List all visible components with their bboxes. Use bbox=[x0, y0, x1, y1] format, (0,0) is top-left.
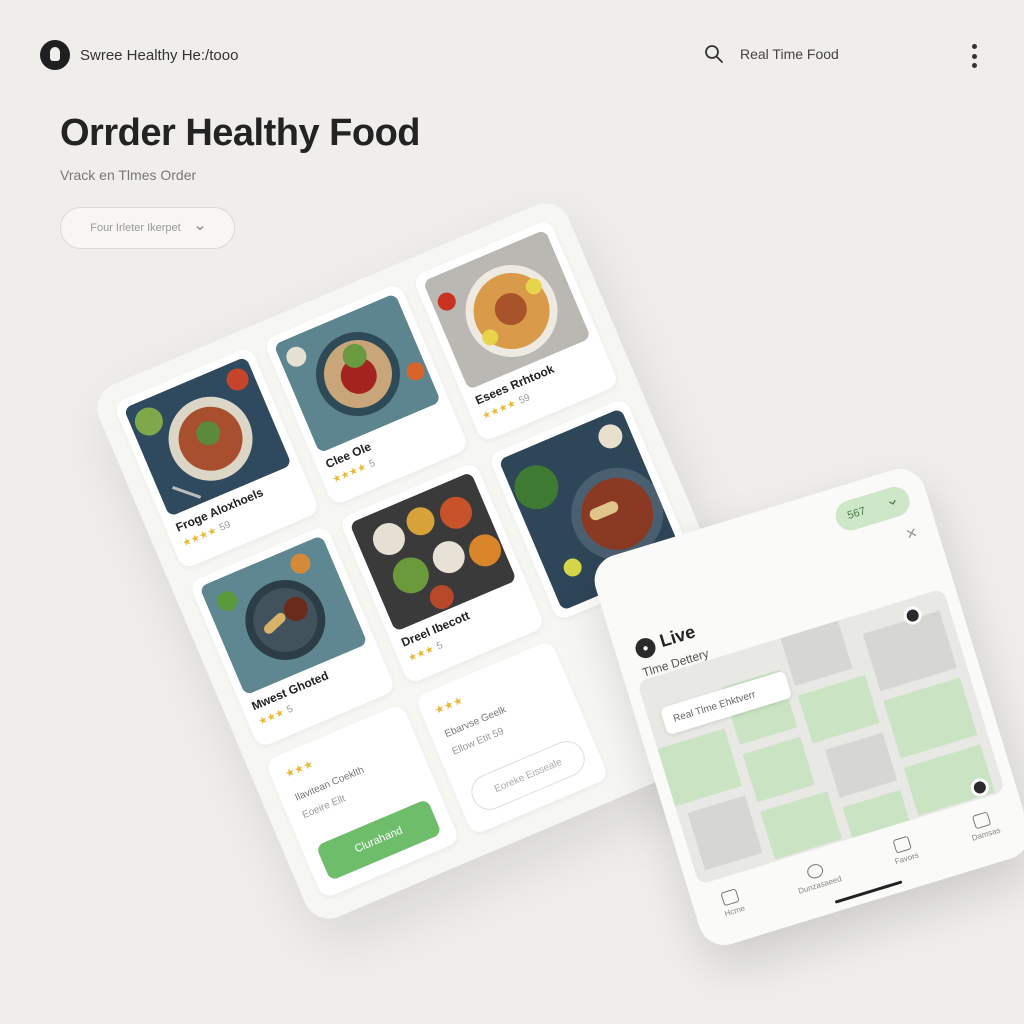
tab-label: Hcme bbox=[723, 903, 747, 919]
home-icon bbox=[720, 888, 741, 907]
checkout-button[interactable]: Clurahand bbox=[315, 798, 442, 882]
food-photo bbox=[123, 356, 292, 518]
rating-count: 5 bbox=[285, 703, 295, 716]
tab-orders[interactable]: Dunzasaeed bbox=[792, 858, 843, 896]
search-label: Real Time Food bbox=[740, 46, 839, 62]
tab-favorites[interactable]: Favors bbox=[889, 834, 920, 866]
avatar-logo-icon bbox=[40, 40, 70, 70]
chevron-down-icon bbox=[889, 499, 896, 505]
tab-label: Dunzasaeed bbox=[797, 874, 843, 896]
rating-count: 5 bbox=[367, 457, 377, 471]
chevron-down-icon bbox=[196, 226, 204, 231]
food-photo bbox=[273, 292, 442, 454]
rating-count: 59 bbox=[517, 392, 532, 407]
tab-home[interactable]: Hcme bbox=[718, 887, 746, 918]
search-bar[interactable]: Real Time Food bbox=[704, 44, 839, 64]
tracking-title: Live bbox=[657, 621, 698, 652]
food-photo bbox=[199, 535, 368, 696]
food-photo bbox=[348, 471, 518, 633]
basket-icon bbox=[892, 835, 913, 854]
kebab-menu-icon[interactable] bbox=[966, 42, 982, 70]
close-icon[interactable]: ✕ bbox=[904, 524, 920, 544]
brand-name: Swree Healthy He:/tooo bbox=[80, 46, 239, 64]
tab-profile[interactable]: Damsas bbox=[966, 809, 1001, 843]
rating-count: 5 bbox=[435, 640, 445, 653]
live-icon: ● bbox=[633, 635, 658, 661]
search-icon[interactable] bbox=[704, 44, 724, 64]
eta-pill[interactable]: 567 bbox=[831, 483, 914, 535]
page-title: Orrder Healthy Food bbox=[60, 112, 421, 154]
food-photo bbox=[422, 229, 592, 390]
filter-label: Four Irleter Ikerpet bbox=[90, 222, 181, 234]
filter-dropdown[interactable]: Four Irleter Ikerpet bbox=[60, 207, 235, 249]
rating-count: 59 bbox=[217, 519, 233, 534]
orders-icon bbox=[805, 862, 826, 881]
eta-value: 567 bbox=[846, 505, 868, 522]
secondary-button[interactable]: Eoreke Eisseale bbox=[465, 735, 591, 816]
brand[interactable]: Swree Healthy He:/tooo bbox=[40, 40, 238, 70]
page-subtitle: Vrack en Tlmes Order bbox=[60, 167, 197, 183]
bag-icon bbox=[972, 811, 992, 830]
